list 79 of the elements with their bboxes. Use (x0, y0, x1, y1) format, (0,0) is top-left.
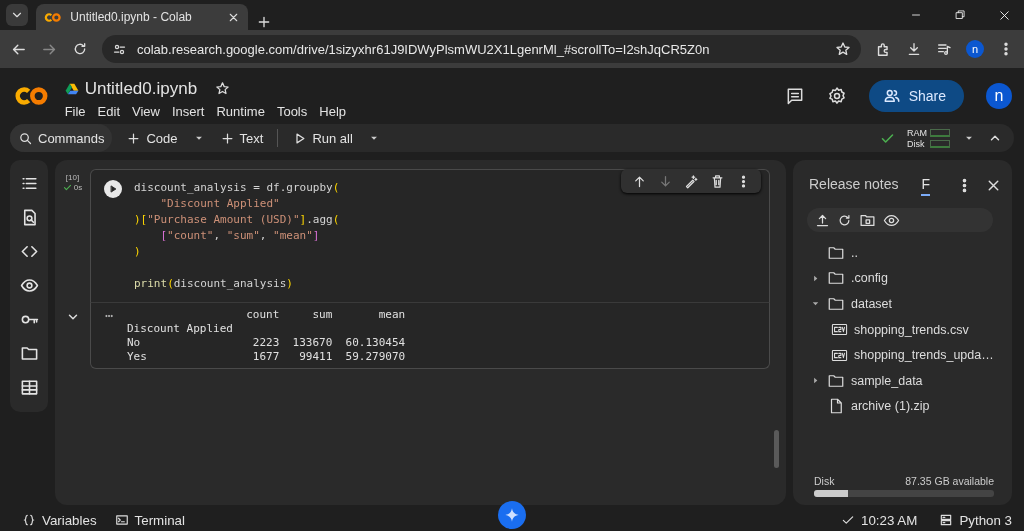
menu-item[interactable]: View (132, 103, 160, 119)
execution-count: [10] (65, 173, 80, 182)
magic-pen-icon[interactable] (683, 173, 699, 189)
download-icon[interactable] (906, 41, 922, 57)
disk-label: Disk (814, 475, 835, 487)
output-menu-icon[interactable] (103, 312, 115, 320)
plus-icon (219, 130, 235, 146)
runtime-status-button[interactable]: 10:23 AM (841, 512, 918, 528)
play-icon (108, 184, 118, 194)
drive-logo-icon[interactable] (64, 81, 79, 96)
scrollbar-thumb[interactable] (774, 430, 779, 468)
sparkle-icon (504, 507, 520, 523)
table-icon[interactable] (19, 378, 39, 397)
check-icon (841, 513, 856, 527)
run-all-button[interactable]: Run all (292, 124, 353, 152)
code-cell[interactable]: discount_analysis = df.groupby( "Discount Applied" )["Purchase Amount (USD)"].agg( ["count", "sum", "mean"] ) print(discount_analysis) (90, 169, 770, 302)
address-field[interactable]: colab.research.google.com/drive/1sizyxhr61J9IDWyPlsmWU2X1LgenrMl_#scrollTo=I2shJqCR5Z0n (102, 35, 861, 63)
file-tree-item[interactable]: dataset (809, 291, 1002, 317)
star-icon[interactable] (215, 81, 231, 96)
code-line: "Discount Applied" (159, 196, 281, 212)
output-line: count sum mean (245, 308, 406, 322)
panel-tab[interactable]: F (921, 174, 930, 196)
code-line: discount_analysis = df.groupby( (134, 180, 340, 196)
eye-icon[interactable] (19, 276, 39, 295)
folder-icon[interactable] (19, 344, 39, 363)
run-button[interactable] (104, 180, 122, 198)
output-line: No 2223 133670 60.130454 (127, 336, 406, 350)
braces-icon (22, 513, 36, 527)
plus-icon (126, 130, 142, 146)
code-line: )["Purchase Amount (USD)"].agg( (134, 212, 340, 228)
code-line: ) (134, 244, 142, 260)
menu-item[interactable]: Tools (276, 103, 308, 119)
output-line: Yes 1677 99411 59.279070 (127, 350, 406, 364)
tab-title: Untitled0.ipynb - Colab (70, 10, 193, 24)
new-tab-icon[interactable] (256, 14, 272, 30)
server-icon (939, 513, 954, 527)
output-line: Discount Applied (127, 322, 234, 336)
menu-item[interactable]: Edit (97, 103, 120, 119)
add-code-button[interactable]: Code (126, 124, 178, 152)
folder-icon (827, 295, 845, 313)
browser-tab[interactable]: Untitled0.ipynb - Colab (36, 4, 248, 30)
panel-tab[interactable]: Release notes (809, 174, 899, 196)
code-line: print(discount_analysis) (134, 276, 294, 292)
share-button[interactable]: Share (868, 79, 964, 112)
add-text-button[interactable]: Text (219, 124, 264, 152)
execution-time: 0s (73, 183, 83, 192)
user-avatar[interactable]: n (986, 82, 1012, 109)
refresh-icon[interactable] (837, 212, 852, 228)
file-tree-item[interactable]: shopping_trends_upda… (809, 342, 1002, 368)
restore-icon[interactable] (953, 8, 967, 22)
tab-list-button[interactable] (6, 4, 28, 26)
code-line: ["count", "sum", "mean"] (159, 228, 321, 244)
variables-button[interactable]: Variables (22, 512, 97, 528)
colab-logo-icon (44, 11, 63, 23)
close-icon[interactable] (997, 8, 1012, 23)
notebook-title[interactable]: Untitled0.ipynb (84, 78, 198, 99)
file-tree-item[interactable]: shopping_trends.csv (809, 316, 1002, 343)
profile-avatar[interactable]: n (966, 40, 984, 58)
resource-meter[interactable]: RAM Disk (907, 127, 950, 149)
disk-available: 87.35 GB available (905, 475, 994, 487)
upload-icon[interactable] (815, 212, 830, 228)
file-tree-item[interactable]: .config (809, 265, 1002, 292)
runtime-type-button[interactable]: Python 3 (939, 512, 1012, 528)
media-icon[interactable] (936, 41, 952, 57)
menu-item[interactable]: Help (319, 103, 346, 119)
terminal-icon (114, 513, 129, 527)
search-icon (18, 130, 33, 146)
menu-item[interactable]: Insert (171, 103, 205, 119)
menu-item[interactable]: File (64, 103, 86, 119)
file-tree-item[interactable]: sample_data (809, 367, 1002, 394)
commands-button[interactable]: Commands (10, 124, 113, 152)
reload-icon[interactable] (72, 41, 88, 57)
file-tree-item[interactable]: archive (1).zip (809, 393, 1002, 420)
menu-item[interactable]: Runtime (216, 103, 265, 119)
file-tree-item[interactable]: .. (809, 240, 1002, 266)
terminal-button[interactable]: Terminal (114, 512, 185, 528)
settings-icon[interactable] (826, 85, 847, 106)
bookmark-star-icon[interactable] (835, 41, 851, 57)
gemini-button[interactable] (498, 501, 526, 529)
